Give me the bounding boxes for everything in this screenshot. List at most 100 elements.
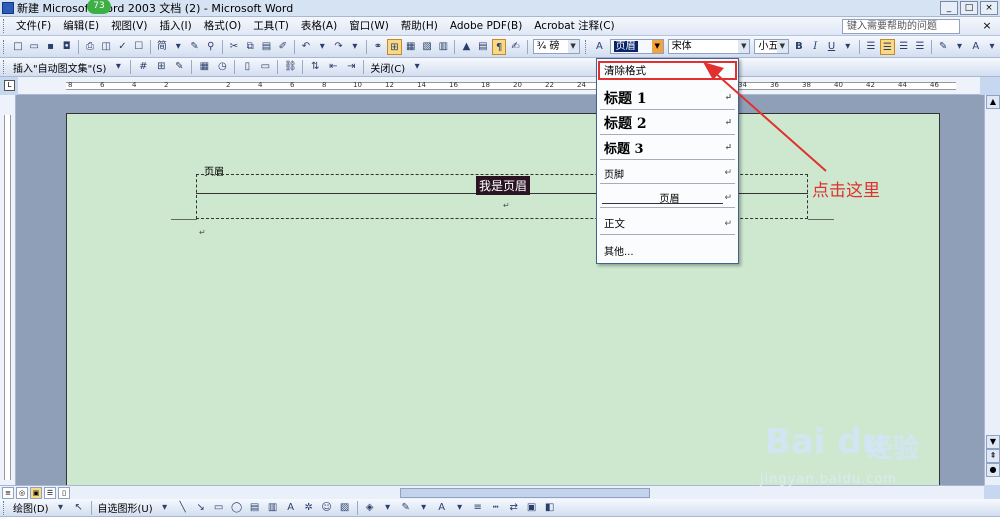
style-more[interactable]: 其他... bbox=[600, 240, 735, 260]
style-heading-3[interactable]: 标题 3 ↵ bbox=[600, 136, 735, 160]
toolbar-grip[interactable] bbox=[3, 500, 6, 515]
chevron-down-icon[interactable]: ▾ bbox=[110, 59, 126, 75]
menu-table[interactable]: 表格(A) bbox=[295, 17, 343, 36]
vertical-scrollbar[interactable]: ▲ ▼ ⇞ ● bbox=[984, 95, 1000, 485]
close-document-icon[interactable]: × bbox=[980, 19, 994, 33]
font-color-icon[interactable]: A bbox=[969, 39, 983, 55]
menu-edit[interactable]: 编辑(E) bbox=[57, 17, 105, 36]
open-folder-icon[interactable]: ▭ bbox=[27, 39, 41, 55]
undo-icon[interactable]: ↶ bbox=[299, 39, 313, 55]
style-select[interactable]: 页眉 ▼ bbox=[609, 39, 664, 54]
line-style-icon[interactable]: ≡ bbox=[470, 500, 486, 516]
menu-help[interactable]: 帮助(H) bbox=[395, 17, 444, 36]
menu-acrobat-comments[interactable]: Acrobat 注释(C) bbox=[528, 17, 620, 36]
link-to-previous-icon[interactable]: ⛓ bbox=[282, 59, 298, 75]
web-layout-icon[interactable]: ◎ bbox=[16, 486, 28, 499]
show-previous-icon[interactable]: ⇤ bbox=[325, 59, 341, 75]
header-text[interactable]: 我是页眉 bbox=[476, 176, 531, 195]
ink-icon[interactable]: ✍ bbox=[508, 39, 522, 55]
justify-icon[interactable]: ☰ bbox=[913, 39, 927, 55]
menu-file[interactable]: 文件(F) bbox=[10, 17, 57, 36]
vertical-text-box-icon[interactable]: ▥ bbox=[265, 500, 281, 516]
tables-borders-icon[interactable]: ⊞ bbox=[387, 38, 402, 55]
chevron-down-icon[interactable]: ▾ bbox=[985, 39, 999, 55]
select-browse-object-icon[interactable]: ● bbox=[986, 463, 1000, 477]
line-weight-select[interactable]: ¾ 磅 ▼ bbox=[532, 39, 580, 54]
chevron-down-icon[interactable]: ▾ bbox=[53, 500, 69, 516]
redo-icon[interactable]: ↷ bbox=[331, 39, 345, 55]
arrow-icon[interactable]: ↘ bbox=[193, 500, 209, 516]
chevron-down-icon[interactable]: ▾ bbox=[952, 39, 966, 55]
research-icon[interactable]: ☐ bbox=[132, 39, 146, 55]
diagram-icon[interactable]: ✲ bbox=[301, 500, 317, 516]
scroll-down-icon[interactable]: ▼ bbox=[986, 435, 1000, 449]
simplified-chinese-icon[interactable]: 简 bbox=[155, 39, 169, 55]
cut-icon[interactable]: ✂ bbox=[227, 39, 241, 55]
text-box-icon[interactable]: ▤ bbox=[247, 500, 263, 516]
toolbar-grip[interactable] bbox=[3, 19, 6, 33]
align-right-icon[interactable]: ☰ bbox=[897, 39, 911, 55]
style-heading-2[interactable]: 标题 2 ↵ bbox=[600, 111, 735, 135]
switch-header-footer-icon[interactable]: ⇅ bbox=[307, 59, 323, 75]
toolbar-grip[interactable] bbox=[3, 39, 6, 54]
align-center-icon[interactable]: ☰ bbox=[880, 38, 895, 55]
spelling-icon[interactable]: ✓ bbox=[115, 39, 129, 55]
horizontal-ruler[interactable]: L 8 6 4 2 2 4 6 8 10 12 14 16 18 20 22 2… bbox=[4, 77, 980, 95]
clip-art-icon[interactable]: ☺ bbox=[319, 500, 335, 516]
menu-window[interactable]: 窗口(W) bbox=[343, 17, 395, 36]
chevron-down-icon[interactable]: ▾ bbox=[157, 500, 173, 516]
picture-icon[interactable]: ▨ bbox=[337, 500, 353, 516]
insert-page-number-icon[interactable]: # bbox=[135, 59, 151, 75]
chevron-down-icon[interactable]: ▾ bbox=[416, 500, 432, 516]
underline-button[interactable]: U bbox=[824, 39, 838, 55]
chevron-down-icon[interactable]: ▾ bbox=[315, 39, 329, 55]
wordart-icon[interactable]: A bbox=[283, 500, 299, 516]
menu-insert[interactable]: 插入(I) bbox=[153, 17, 197, 36]
insert-excel-icon[interactable]: ▧ bbox=[420, 39, 434, 55]
menu-view[interactable]: 视图(V) bbox=[105, 17, 153, 36]
style-footer[interactable]: 页脚 ↵ bbox=[600, 163, 735, 184]
print-icon[interactable]: ⎙ bbox=[83, 39, 97, 55]
normal-view-icon[interactable]: ≡ bbox=[2, 486, 14, 499]
chevron-down-icon[interactable]: ▾ bbox=[452, 500, 468, 516]
oval-icon[interactable]: ◯ bbox=[229, 500, 245, 516]
styles-formatting-icon[interactable]: A bbox=[592, 39, 606, 55]
paste-icon[interactable]: ▤ bbox=[259, 39, 273, 55]
shadow-style-icon[interactable]: ▣ bbox=[524, 500, 540, 516]
chevron-down-icon[interactable]: ▾ bbox=[171, 39, 185, 55]
new-document-icon[interactable]: □ bbox=[11, 39, 25, 55]
menu-format[interactable]: 格式(O) bbox=[198, 17, 247, 36]
close-header-button[interactable]: 关闭(C) bbox=[367, 60, 408, 75]
copy-icon[interactable]: ⧉ bbox=[243, 39, 257, 55]
insert-table-icon[interactable]: ▦ bbox=[404, 39, 418, 55]
draw-menu-button[interactable]: 绘图(D) bbox=[10, 500, 52, 515]
help-search-input[interactable]: 键入需要帮助的问题 bbox=[842, 19, 960, 34]
insert-time-icon[interactable]: ◷ bbox=[214, 59, 230, 75]
bold-button[interactable]: B bbox=[792, 39, 806, 55]
line-icon[interactable]: ╲ bbox=[175, 500, 191, 516]
columns-icon[interactable]: ▥ bbox=[436, 39, 450, 55]
font-size-select[interactable]: 小五 ▼ bbox=[754, 39, 789, 54]
show-hide-icon[interactable]: ¶ bbox=[491, 38, 507, 55]
minimize-button[interactable]: _ bbox=[940, 1, 958, 15]
font-color-icon[interactable]: A bbox=[434, 500, 450, 516]
brush-icon[interactable]: ✐ bbox=[276, 39, 290, 55]
print-layout-icon[interactable]: ▣ bbox=[30, 486, 42, 499]
drawing-icon[interactable]: ▲ bbox=[459, 39, 473, 55]
dash-style-icon[interactable]: ┅ bbox=[488, 500, 504, 516]
research-pane-icon[interactable]: ⚲ bbox=[204, 39, 218, 55]
align-left-icon[interactable]: ☰ bbox=[864, 39, 878, 55]
outline-view-icon[interactable]: ☰ bbox=[44, 486, 56, 499]
line-color-icon[interactable]: ✎ bbox=[398, 500, 414, 516]
fill-color-icon[interactable]: ◈ bbox=[362, 500, 378, 516]
highlight-icon[interactable]: ✎ bbox=[936, 39, 950, 55]
style-clear-formatting[interactable]: 清除格式 bbox=[598, 61, 737, 80]
rectangle-icon[interactable]: ▭ bbox=[211, 500, 227, 516]
show-next-icon[interactable]: ⇥ bbox=[343, 59, 359, 75]
insert-page-count-icon[interactable]: ⊞ bbox=[153, 59, 169, 75]
menu-tools[interactable]: 工具(T) bbox=[247, 17, 295, 36]
vertical-ruler[interactable] bbox=[0, 95, 16, 485]
reading-layout-icon[interactable]: ▯ bbox=[58, 486, 70, 499]
insert-autotext-button[interactable]: 插入"自动图文集"(S) bbox=[10, 60, 109, 75]
style-normal[interactable]: 正文 ↵ bbox=[600, 213, 735, 235]
